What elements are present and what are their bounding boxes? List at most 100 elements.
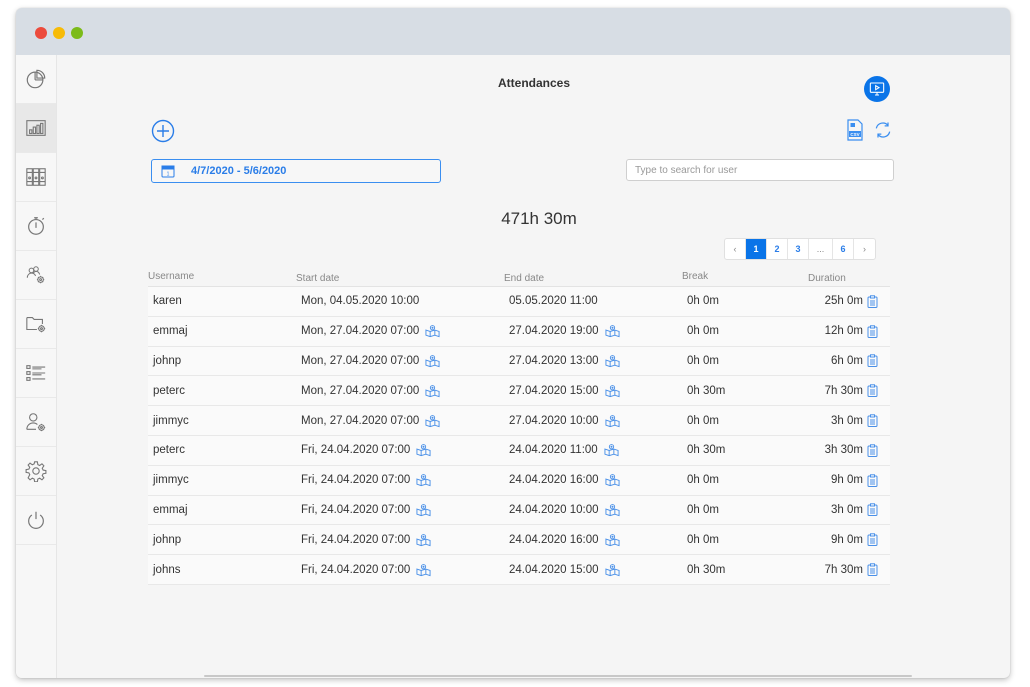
cell-break: 0h 30m xyxy=(687,563,726,576)
minimize-window-button[interactable] xyxy=(53,27,65,39)
cell-duration: 3h 0m xyxy=(778,414,890,428)
duration-text: 9h 0m xyxy=(831,533,863,546)
column-header-username[interactable]: Username xyxy=(148,271,296,286)
start-location-map-icon[interactable] xyxy=(425,324,440,338)
add-attendance-button[interactable] xyxy=(151,119,175,143)
sidebar-item-groups-settings[interactable] xyxy=(16,251,56,300)
date-range-picker[interactable]: 1 4/7/2020 - 5/6/2020 xyxy=(151,159,441,183)
pagination-page-2[interactable]: 2 xyxy=(767,239,788,259)
close-window-button[interactable] xyxy=(35,27,47,39)
cell-break: 0h 30m xyxy=(687,384,726,397)
clipboard-icon[interactable] xyxy=(867,563,878,577)
column-header-end-date[interactable]: End date xyxy=(504,271,682,286)
column-header-break[interactable]: Break xyxy=(682,271,778,286)
sidebar-item-projects-settings[interactable] xyxy=(16,300,56,349)
cell-end-date: 27.04.2020 13:00 xyxy=(504,354,682,368)
start-location-map-icon[interactable] xyxy=(416,563,431,577)
sidebar-item-list[interactable] xyxy=(16,349,56,398)
end-location-map-icon[interactable] xyxy=(605,354,620,368)
pagination-page-3[interactable]: 3 xyxy=(788,239,809,259)
cell-break: 0h 0m xyxy=(687,325,719,338)
duration-text: 3h 30m xyxy=(824,444,863,457)
cell-username: jimmyc xyxy=(153,474,189,487)
clipboard-icon[interactable] xyxy=(867,354,878,368)
sidebar-item-dashboard[interactable] xyxy=(16,55,56,104)
cell-username: johnp xyxy=(153,354,182,367)
clipboard-icon[interactable] xyxy=(867,533,878,547)
pagination-page-6[interactable]: 6 xyxy=(833,239,854,259)
table-row[interactable]: peterc Fri, 24.04.2020 07:00 24.04.2020 … xyxy=(148,435,890,466)
export-csv-button[interactable]: CSV xyxy=(846,119,864,141)
user-search-input[interactable] xyxy=(626,159,894,181)
cell-end-date: 27.04.2020 15:00 xyxy=(504,384,682,398)
cell-break: 0h 0m xyxy=(687,503,719,516)
cell-break: 0h 0m xyxy=(687,295,719,308)
start-location-map-icon[interactable] xyxy=(416,533,431,547)
column-header-start-date[interactable]: Start date xyxy=(296,271,504,286)
cell-username: johns xyxy=(153,563,181,576)
clipboard-icon[interactable] xyxy=(867,295,878,308)
pagination-page-1[interactable]: 1 xyxy=(746,239,767,259)
clipboard-icon[interactable] xyxy=(867,473,878,487)
cell-end-date: 27.04.2020 19:00 xyxy=(504,324,682,338)
cell-end-date: 05.05.2020 11:00 xyxy=(504,295,682,307)
end-date-text: 24.04.2020 15:00 xyxy=(509,563,599,576)
table-row[interactable]: emmaj Mon, 27.04.2020 07:00 27.04.2020 1… xyxy=(148,316,890,347)
start-location-map-icon[interactable] xyxy=(416,473,431,487)
table-row[interactable]: jimmyc Mon, 27.04.2020 07:00 27.04.2020 … xyxy=(148,406,890,436)
duration-text: 3h 0m xyxy=(831,414,863,427)
end-location-map-icon[interactable] xyxy=(605,384,620,398)
horizontal-scrollbar[interactable] xyxy=(204,675,912,677)
start-location-map-icon[interactable] xyxy=(416,443,431,457)
start-location-map-icon[interactable] xyxy=(425,414,440,428)
table-row[interactable]: peterc Mon, 27.04.2020 07:00 27.04.2020 … xyxy=(148,376,890,407)
sidebar-item-settings[interactable] xyxy=(16,447,56,496)
end-location-map-icon[interactable] xyxy=(604,443,619,457)
cell-start-date: Fri, 24.04.2020 07:00 xyxy=(296,563,504,577)
duration-text: 7h 30m xyxy=(824,384,863,397)
sidebar-item-user-settings[interactable] xyxy=(16,398,56,447)
end-date-text: 24.04.2020 16:00 xyxy=(509,474,599,487)
end-location-map-icon[interactable] xyxy=(605,473,620,487)
table-header: Username Start date End date Break Durat… xyxy=(148,271,890,287)
end-date-text: 24.04.2020 10:00 xyxy=(509,503,599,516)
cell-duration: 7h 30m xyxy=(778,563,890,577)
table-row[interactable]: karen Mon, 04.05.2020 10:00 05.05.2020 1… xyxy=(148,287,890,317)
sidebar-item-archives[interactable] xyxy=(16,153,56,202)
column-header-duration[interactable]: Duration xyxy=(778,271,890,286)
table-row[interactable]: johnp Fri, 24.04.2020 07:00 24.04.2020 1… xyxy=(148,525,890,556)
cell-end-date: 27.04.2020 10:00 xyxy=(504,414,682,428)
clipboard-icon[interactable] xyxy=(867,414,878,428)
clipboard-icon[interactable] xyxy=(867,324,878,338)
start-date-text: Fri, 24.04.2020 07:00 xyxy=(301,563,411,576)
table-row[interactable]: johns Fri, 24.04.2020 07:00 24.04.2020 1… xyxy=(148,555,890,585)
duration-text: 6h 0m xyxy=(831,354,863,367)
zoom-window-button[interactable] xyxy=(71,27,83,39)
sidebar-item-attendances[interactable] xyxy=(16,104,56,153)
table-row[interactable]: jimmyc Fri, 24.04.2020 07:00 24.04.2020 … xyxy=(148,465,890,496)
sidebar-item-timer[interactable] xyxy=(16,202,56,251)
clipboard-icon[interactable] xyxy=(867,503,878,517)
table-row[interactable]: johnp Mon, 27.04.2020 07:00 27.04.2020 1… xyxy=(148,346,890,377)
total-duration: 471h 30m xyxy=(501,209,577,228)
sidebar-item-logout[interactable] xyxy=(16,496,56,545)
power-icon xyxy=(28,511,44,529)
pagination-next-button[interactable]: › xyxy=(854,239,875,259)
monitor-button[interactable] xyxy=(864,76,890,102)
end-location-map-icon[interactable] xyxy=(605,563,620,577)
start-location-map-icon[interactable] xyxy=(416,503,431,517)
cell-username: emmaj xyxy=(153,503,188,516)
pagination-prev-button[interactable]: ‹ xyxy=(725,239,746,259)
start-location-map-icon[interactable] xyxy=(425,354,440,368)
table-row[interactable]: emmaj Fri, 24.04.2020 07:00 24.04.2020 1… xyxy=(148,495,890,526)
end-location-map-icon[interactable] xyxy=(605,414,620,428)
clipboard-icon[interactable] xyxy=(867,444,878,457)
cell-duration: 3h 30m xyxy=(778,444,890,457)
clipboard-icon[interactable] xyxy=(867,384,878,398)
start-location-map-icon[interactable] xyxy=(425,384,440,398)
end-location-map-icon[interactable] xyxy=(605,503,620,517)
end-location-map-icon[interactable] xyxy=(605,324,620,338)
refresh-button[interactable] xyxy=(873,120,893,140)
cell-start-date: Mon, 27.04.2020 07:00 xyxy=(296,384,504,398)
end-location-map-icon[interactable] xyxy=(605,533,620,547)
